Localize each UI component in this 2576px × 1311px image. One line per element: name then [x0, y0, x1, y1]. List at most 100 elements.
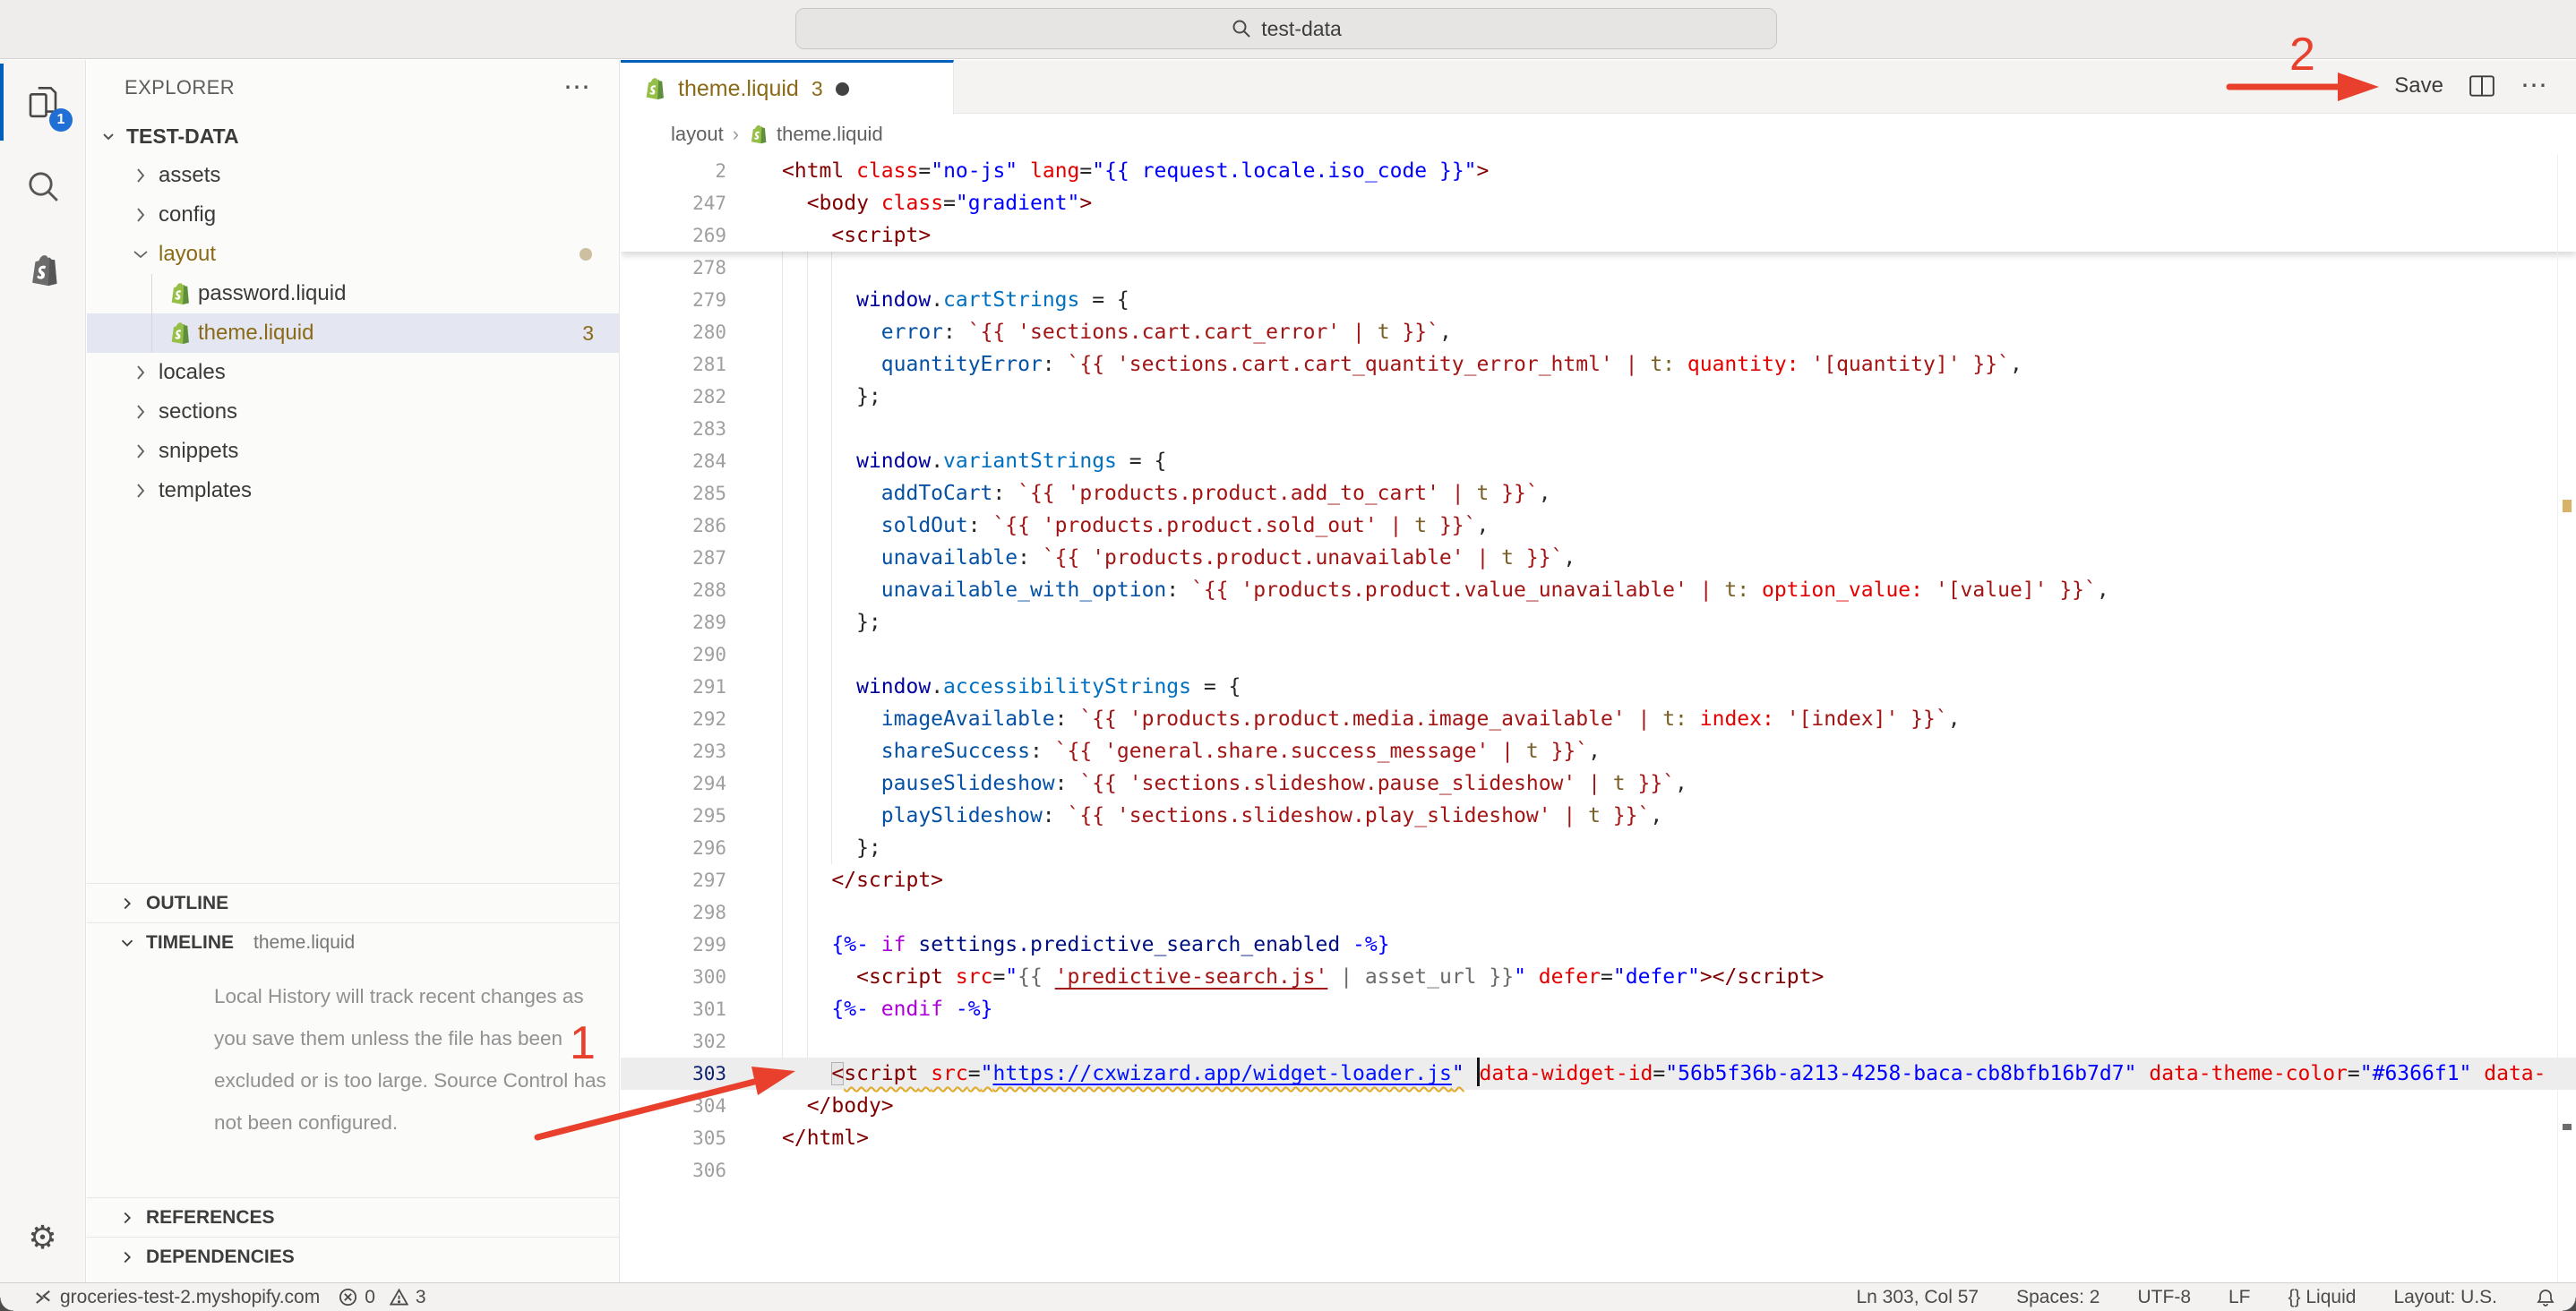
- code-line-292[interactable]: 292 imageAvailable: `{{ 'products.produc…: [621, 703, 2576, 735]
- code-line-303[interactable]: 303 <script src="https://cxwizard.app/wi…: [621, 1058, 2576, 1090]
- line-number[interactable]: 279: [621, 284, 726, 316]
- code-line-286[interactable]: 286 soldOut: `{{ 'products.product.sold_…: [621, 510, 2576, 542]
- status-item-layout-u-s-[interactable]: Layout: U.S.: [2393, 1287, 2497, 1308]
- outline-section-header[interactable]: OUTLINE: [87, 883, 619, 922]
- activitybar-explorer[interactable]: 1: [0, 60, 85, 144]
- line-number[interactable]: 290: [621, 638, 726, 671]
- code-line-304[interactable]: 304 </body>: [621, 1090, 2576, 1122]
- activitybar-settings[interactable]: ⚙: [0, 1202, 85, 1273]
- activitybar-search[interactable]: [0, 144, 85, 228]
- code-line-299[interactable]: 299 {%- if settings.predictive_search_en…: [621, 929, 2576, 961]
- tree-item-assets[interactable]: assets: [87, 156, 619, 195]
- breadcrumb-folder[interactable]: layout: [671, 123, 724, 146]
- line-number[interactable]: 281: [621, 348, 726, 381]
- line-number[interactable]: 287: [621, 542, 726, 574]
- line-number[interactable]: 269: [621, 219, 726, 252]
- save-button[interactable]: Save: [2394, 73, 2443, 99]
- line-number[interactable]: 300: [621, 961, 726, 993]
- line-number[interactable]: 305: [621, 1122, 726, 1154]
- code-line-285[interactable]: 285 addToCart: `{{ 'products.product.add…: [621, 477, 2576, 510]
- code-line-279[interactable]: 279 window.cartStrings = {: [621, 284, 2576, 316]
- references-section-header[interactable]: REFERENCES: [87, 1197, 619, 1237]
- line-number[interactable]: 247: [621, 187, 726, 219]
- code-line-297[interactable]: 297 </script>: [621, 864, 2576, 896]
- line-number[interactable]: 2: [621, 155, 726, 187]
- line-number[interactable]: 304: [621, 1090, 726, 1122]
- tree-item-snippets[interactable]: snippets: [87, 432, 619, 471]
- tree-item-sections[interactable]: sections: [87, 392, 619, 432]
- code-editor[interactable]: 278279 window.cartStrings = {280 error: …: [621, 155, 2576, 1282]
- timeline-section-header[interactable]: TIMELINE theme.liquid: [87, 922, 619, 962]
- line-number[interactable]: 301: [621, 993, 726, 1025]
- breadcrumb-file[interactable]: theme.liquid: [777, 123, 883, 146]
- status-item-utf-8[interactable]: UTF-8: [2138, 1287, 2192, 1308]
- line-number[interactable]: 283: [621, 413, 726, 445]
- line-number[interactable]: 303: [621, 1058, 726, 1090]
- code-line-278[interactable]: 278: [621, 252, 2576, 284]
- status-item--liquid[interactable]: {} Liquid: [2288, 1287, 2357, 1308]
- code-line-302[interactable]: 302: [621, 1025, 2576, 1058]
- tree-item-layout[interactable]: layout: [87, 235, 619, 274]
- line-number[interactable]: 296: [621, 832, 726, 864]
- line-number[interactable]: 298: [621, 896, 726, 929]
- overview-ruler[interactable]: [2557, 155, 2558, 1282]
- code-line-282[interactable]: 282 };: [621, 381, 2576, 413]
- code-line-289[interactable]: 289 };: [621, 606, 2576, 638]
- breadcrumb[interactable]: layout › theme.liquid: [621, 114, 2576, 155]
- tree-item-password.liquid[interactable]: password.liquid: [87, 274, 619, 313]
- code-line-283[interactable]: 283: [621, 413, 2576, 445]
- code-line-247[interactable]: 247 <body class="gradient">: [621, 187, 2576, 219]
- remote-indicator[interactable]: groceries-test-2.myshopify.com: [32, 1287, 320, 1308]
- dependencies-section-header[interactable]: DEPENDENCIES: [87, 1237, 619, 1276]
- code-line-294[interactable]: 294 pauseSlideshow: `{{ 'sections.slides…: [621, 767, 2576, 800]
- line-number[interactable]: 292: [621, 703, 726, 735]
- line-number[interactable]: 293: [621, 735, 726, 767]
- line-number[interactable]: 288: [621, 574, 726, 606]
- code-line-288[interactable]: 288 unavailable_with_option: `{{ 'produc…: [621, 574, 2576, 606]
- line-number[interactable]: 282: [621, 381, 726, 413]
- problems-status[interactable]: 0 3: [338, 1287, 425, 1308]
- tree-item-theme.liquid[interactable]: theme.liquid3: [87, 313, 619, 353]
- tree-item-config[interactable]: config: [87, 195, 619, 235]
- line-number[interactable]: 291: [621, 671, 726, 703]
- status-item-spaces-2[interactable]: Spaces: 2: [2016, 1287, 2099, 1308]
- status-item-lf[interactable]: LF: [2228, 1287, 2251, 1308]
- line-number[interactable]: 306: [621, 1154, 726, 1187]
- line-number[interactable]: 299: [621, 929, 726, 961]
- tree-item-locales[interactable]: locales: [87, 353, 619, 392]
- code-line-295[interactable]: 295 playSlideshow: `{{ 'sections.slidesh…: [621, 800, 2576, 832]
- code-line-280[interactable]: 280 error: `{{ 'sections.cart.cart_error…: [621, 316, 2576, 348]
- code-line-269[interactable]: 269 <script>: [621, 219, 2576, 252]
- line-number[interactable]: 280: [621, 316, 726, 348]
- line-number[interactable]: 289: [621, 606, 726, 638]
- code-line-301[interactable]: 301 {%- endif -%}: [621, 993, 2576, 1025]
- code-line-290[interactable]: 290: [621, 638, 2576, 671]
- command-center-search[interactable]: test-data: [795, 8, 1777, 49]
- unsaved-dot-icon[interactable]: [836, 82, 849, 96]
- tree-root-test-data[interactable]: TEST-DATA: [87, 116, 619, 156]
- line-number[interactable]: 286: [621, 510, 726, 542]
- line-number[interactable]: 285: [621, 477, 726, 510]
- status-item-ln-303-col-57[interactable]: Ln 303, Col 57: [1856, 1287, 1979, 1308]
- code-line-300[interactable]: 300 <script src="{{ 'predictive-search.j…: [621, 961, 2576, 993]
- line-number[interactable]: 278: [621, 252, 726, 284]
- code-line-293[interactable]: 293 shareSuccess: `{{ 'general.share.suc…: [621, 735, 2576, 767]
- split-editor-icon[interactable]: [2469, 73, 2495, 99]
- tab-theme-liquid[interactable]: theme.liquid 3: [621, 60, 954, 115]
- code-line-306[interactable]: 306: [621, 1154, 2576, 1187]
- activitybar-shopify[interactable]: [0, 228, 85, 313]
- code-line-284[interactable]: 284 window.variantStrings = {: [621, 445, 2576, 477]
- line-number[interactable]: 284: [621, 445, 726, 477]
- code-line-291[interactable]: 291 window.accessibilityStrings = {: [621, 671, 2576, 703]
- line-number[interactable]: 295: [621, 800, 726, 832]
- code-line-287[interactable]: 287 unavailable: `{{ 'products.product.u…: [621, 542, 2576, 574]
- code-line-296[interactable]: 296 };: [621, 832, 2576, 864]
- tree-item-templates[interactable]: templates: [87, 471, 619, 510]
- line-number[interactable]: 302: [621, 1025, 726, 1058]
- code-line-305[interactable]: 305</html>: [621, 1122, 2576, 1154]
- code-line-298[interactable]: 298: [621, 896, 2576, 929]
- code-line-2[interactable]: 2<html class="no-js" lang="{{ request.lo…: [621, 155, 2576, 187]
- line-number[interactable]: 294: [621, 767, 726, 800]
- code-line-281[interactable]: 281 quantityError: `{{ 'sections.cart.ca…: [621, 348, 2576, 381]
- line-number[interactable]: 297: [621, 864, 726, 896]
